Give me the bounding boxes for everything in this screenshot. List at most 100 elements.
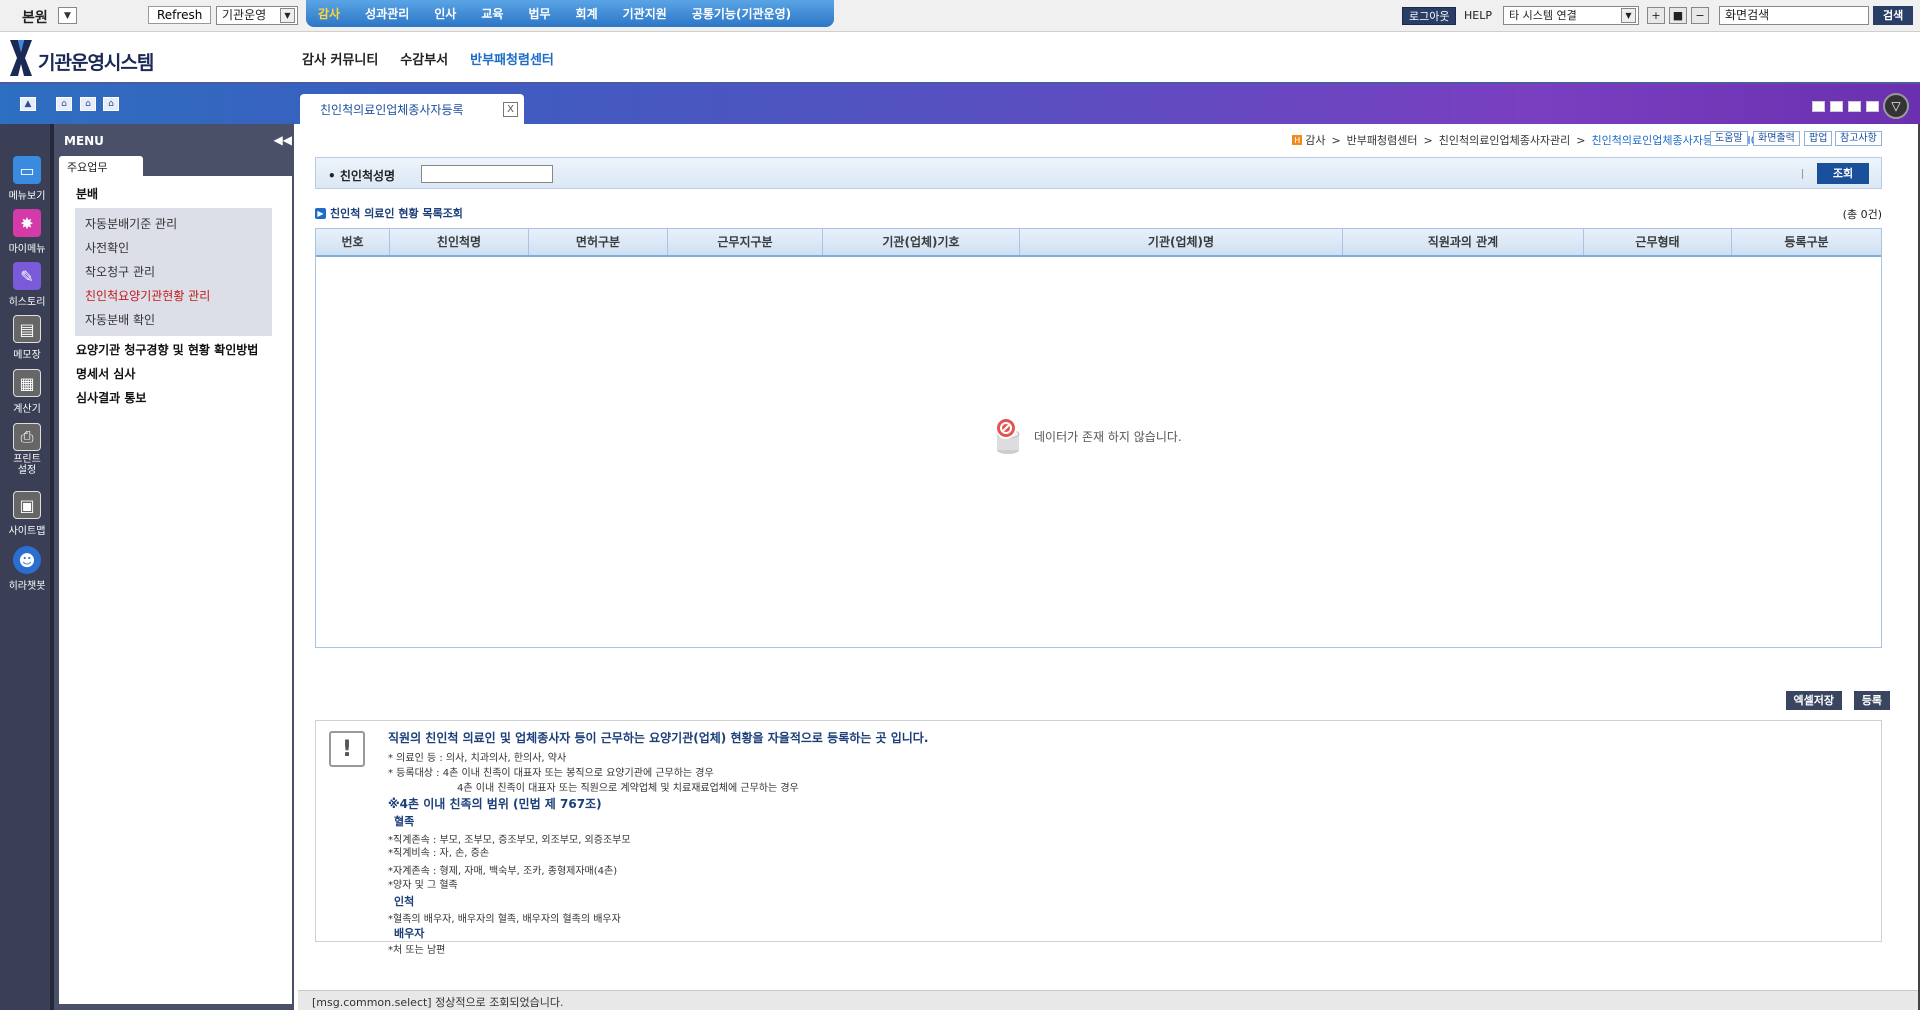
- quick-label: 메뉴보기: [8, 191, 46, 202]
- info-line: *처 또는 남편: [388, 945, 446, 956]
- breadcrumb-item[interactable]: 반부패청렴센터: [1347, 132, 1418, 148]
- collapse-top-icon[interactable]: ▲: [20, 97, 36, 111]
- refresh-button[interactable]: Refresh: [148, 6, 212, 24]
- view-split-horizontal-icon[interactable]: [1848, 101, 1861, 112]
- chevron-down-icon: ▼: [280, 8, 295, 23]
- print-screen-button[interactable]: 화면출력: [1753, 131, 1800, 146]
- memo-icon: ▤: [13, 315, 41, 343]
- menu-item[interactable]: 자동분배 확인: [85, 311, 155, 328]
- quick-bar: ▭ 메뉴보기 ✸ 마이메뉴 ✎ 히스토리 ▤ 메모장 ▦ 계산기 ⎙ 프린트 설…: [0, 124, 54, 1010]
- subnav-item-audited-dept[interactable]: 수감부서: [400, 49, 448, 68]
- column-header[interactable]: 근무형태: [1584, 229, 1732, 255]
- info-line: 4촌 이내 친족이 대표자 또는 직원으로 계약업체 및 치료재료업체에 근무하…: [457, 783, 799, 794]
- column-header[interactable]: 친인척명: [390, 229, 529, 255]
- quick-my-menu[interactable]: ✸ 마이메뉴: [0, 209, 54, 255]
- zoom-in-button[interactable]: +: [1647, 7, 1665, 24]
- zoom-reset-button[interactable]: ■: [1669, 7, 1687, 24]
- column-header[interactable]: 번호: [316, 229, 390, 255]
- system-link-select[interactable]: 타 시스템 연결 ▼: [1503, 6, 1639, 25]
- column-header[interactable]: 근무지구분: [668, 229, 823, 255]
- bullet-icon: ▶: [315, 207, 326, 219]
- list-title-text: 친인척 의료인 현황 목록조회: [330, 207, 463, 220]
- chevron-right-icon: >: [1423, 133, 1433, 147]
- system-select[interactable]: 기관운영 ▼: [216, 6, 298, 25]
- breadcrumb-item[interactable]: 친인척의료인업체종사자관리: [1439, 132, 1571, 148]
- empty-state: 데이터가 존재 하지 않습니다.: [994, 416, 1182, 456]
- topnav-item-education[interactable]: 교육: [481, 5, 503, 22]
- topnav-item-support[interactable]: 기관지원: [623, 5, 667, 22]
- search-panel: • 친인척성명 조회: [315, 157, 1882, 189]
- quick-memo[interactable]: ▤ 메모장: [0, 315, 54, 361]
- screen-search-button[interactable]: 검색: [1873, 6, 1914, 25]
- org-dropdown[interactable]: ▼: [58, 7, 77, 24]
- double-chevron-left-icon[interactable]: ◀◀: [274, 133, 292, 147]
- quick-chatbot[interactable]: ☻ 히라챗봇: [0, 546, 54, 592]
- popup-button[interactable]: 팝업: [1804, 131, 1833, 146]
- quick-print-settings[interactable]: ⎙ 프린트 설정: [0, 423, 54, 476]
- topnav-item-accounting[interactable]: 회계: [576, 5, 598, 22]
- menu-tab-main[interactable]: 주요업무: [59, 156, 143, 176]
- menu-panel: 분배 자동분배기준 관리 사전확인 착오청구 관리 친인척요양기관현황 관리 자…: [59, 176, 292, 1004]
- reference-button[interactable]: 참고사항: [1835, 131, 1882, 146]
- menu-item[interactable]: 사전확인: [85, 239, 129, 256]
- help-link[interactable]: HELP: [1464, 9, 1492, 22]
- subnav-item-anticorruption[interactable]: 반부패청렴센터: [470, 49, 554, 68]
- menu-item-active[interactable]: 친인척요양기관현황 관리: [85, 287, 210, 304]
- top-nav: 감사 성과관리 인사 교육 법무 회계 기관지원 공통기능(기관운영): [306, 0, 834, 27]
- no-data-icon: [995, 417, 1020, 454]
- screen-search-input[interactable]: 화면검색: [1719, 6, 1869, 25]
- breadcrumb-item[interactable]: 감사: [1305, 132, 1325, 148]
- excel-save-button[interactable]: 엑셀저장: [1785, 691, 1842, 710]
- info-box: ! 직원의 친인척 의료인 및 업체종사자 등이 근무하는 요양기관(업체) 현…: [315, 720, 1882, 956]
- quick-menu-view[interactable]: ▭ 메뉴보기: [0, 156, 54, 202]
- info-subtitle: 배우자: [394, 927, 425, 940]
- topnav-item-common[interactable]: 공통기능(기관운영): [692, 5, 791, 22]
- topnav-item-performance[interactable]: 성과관리: [365, 5, 409, 22]
- register-button[interactable]: 등록: [1853, 691, 1890, 710]
- view-split-vertical-icon[interactable]: [1830, 101, 1843, 112]
- query-button[interactable]: 조회: [1817, 163, 1869, 184]
- view-single-icon[interactable]: [1812, 101, 1825, 112]
- quick-label: 히스토리: [8, 297, 46, 308]
- home-icon: H: [1292, 135, 1303, 145]
- home-icon[interactable]: ⌂: [80, 97, 96, 111]
- logo-icon: [10, 40, 32, 76]
- help-button[interactable]: 도움말: [1710, 131, 1748, 146]
- status-bar: [msg.common.select] 정상적으로 조회되었습니다.: [298, 990, 1920, 1010]
- quick-sitemap[interactable]: ▣ 사이트맵: [0, 491, 54, 537]
- logout-button[interactable]: 로그아웃: [1402, 7, 1457, 25]
- home-icon[interactable]: ⌂: [103, 97, 119, 111]
- info-line: *직계비속 : 자, 손, 증손: [388, 848, 490, 859]
- menu-title: MENU: [64, 134, 104, 148]
- menu-group[interactable]: 심사결과 통보: [76, 389, 146, 406]
- subnav-item-audit-community[interactable]: 감사 커뮤니티: [302, 49, 378, 68]
- column-header[interactable]: 등록구분: [1732, 229, 1881, 255]
- tab-active[interactable]: 친인척의료인업체종사자등록 X: [300, 94, 524, 124]
- topnav-item-legal[interactable]: 법무: [528, 5, 550, 22]
- menu-group[interactable]: 요양기관 청구경향 및 현황 확인방법: [76, 341, 258, 358]
- relative-name-input[interactable]: [421, 165, 553, 183]
- zoom-out-button[interactable]: −: [1691, 7, 1709, 24]
- quick-history[interactable]: ✎ 히스토리: [0, 262, 54, 308]
- menu-item[interactable]: 착오청구 관리: [85, 263, 155, 280]
- tab-menu-icon[interactable]: ▽: [1883, 93, 1909, 119]
- quick-label: 프린트 설정: [13, 454, 41, 476]
- exclamation-icon: !: [329, 731, 365, 767]
- quick-calculator[interactable]: ▦ 계산기: [0, 369, 54, 415]
- menu-group[interactable]: 명세서 심사: [76, 365, 135, 382]
- column-header[interactable]: 기관(업체)기호: [823, 229, 1020, 255]
- topnav-item-hr[interactable]: 인사: [434, 5, 456, 22]
- topnav-item-audit[interactable]: 감사: [318, 5, 340, 22]
- home-icon[interactable]: ⌂: [56, 97, 72, 111]
- menu-section[interactable]: 분배: [76, 185, 98, 202]
- menu-item[interactable]: 자동분배기준 관리: [85, 215, 177, 232]
- sub-nav: 감사 커뮤니티 수감부서 반부패청렴센터: [302, 49, 576, 68]
- column-header[interactable]: 면허구분: [529, 229, 668, 255]
- column-header[interactable]: 기관(업체)명: [1020, 229, 1343, 255]
- quick-label: 계산기: [13, 404, 41, 415]
- close-icon[interactable]: X: [503, 102, 518, 117]
- column-header[interactable]: 직원과의 관계: [1343, 229, 1584, 255]
- info-line: * 등록대상 : 4촌 이내 친족이 대표자 또는 봉직으로 요양기관에 근무하…: [388, 768, 714, 779]
- close-all-icon[interactable]: [1866, 101, 1879, 112]
- chevron-down-icon: ▼: [64, 10, 71, 21]
